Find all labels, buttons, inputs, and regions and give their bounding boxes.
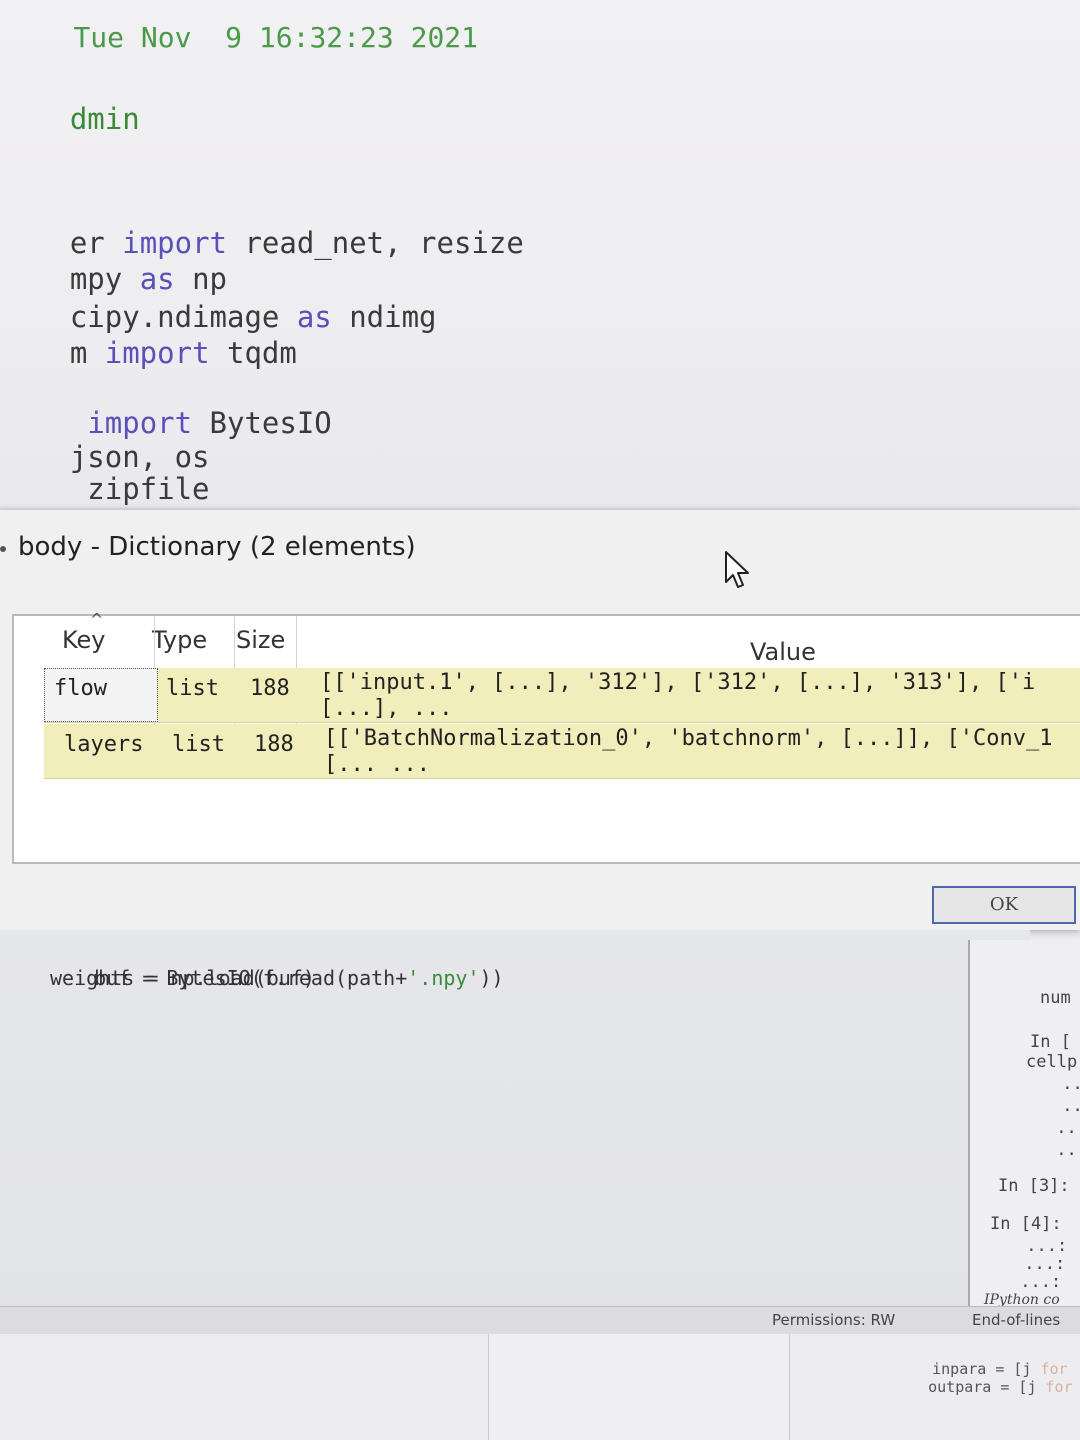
title-bullet-icon: [0, 546, 6, 552]
console-line: num: [1040, 988, 1071, 1008]
status-bar: Permissions: RW End-of-lines: [0, 1306, 1080, 1335]
lower-code-editor[interactable]: buf = BytesIO(f.read(path+'.npy')) weigh…: [0, 930, 1030, 1310]
dictionary-table[interactable]: ^ Key Type Size Value flow list 188 [['i…: [12, 610, 1080, 864]
ipython-console[interactable]: num In [ cellp .. .. ... ... In [3]: In …: [968, 940, 1080, 1310]
code-line-user: dmin: [69, 102, 140, 136]
console-line: ..: [1052, 1096, 1080, 1116]
console-line: ...:: [1014, 1254, 1066, 1274]
code-line-weights: weights = np.load(buf): [50, 966, 315, 990]
console-line: ...: [1056, 1140, 1080, 1160]
column-header-key[interactable]: Key: [62, 626, 106, 654]
cell-key: layers: [64, 732, 144, 757]
table-row-layers[interactable]: layers list 188 [['BatchNormalization_0'…: [44, 724, 1080, 779]
console-line: In [4]:: [990, 1214, 1062, 1234]
status-permissions: Permissions: RW: [772, 1311, 896, 1329]
mouse-pointer-icon: [725, 551, 749, 588]
column-header-size[interactable]: Size: [236, 626, 285, 654]
code-line-outpara: outpara = [j for: [928, 1378, 1073, 1396]
table-row-flow[interactable]: flow list 188 [['input.1', [...], '312']…: [44, 668, 1080, 723]
cell-size: 188: [254, 732, 294, 757]
console-line: ..: [1052, 1074, 1080, 1094]
console-line: ...: [1056, 1118, 1080, 1138]
console-line: In [: [1030, 1032, 1071, 1052]
console-line: cellp: [1026, 1052, 1078, 1072]
cell-type: list: [166, 676, 219, 701]
code-editor[interactable]: Tue Nov 9 16:32:23 2021 dmin er import r…: [0, 0, 1080, 520]
console-line: ...:: [1010, 1272, 1062, 1292]
column-header-type[interactable]: Type: [152, 626, 207, 654]
console-line: In [3]:: [998, 1176, 1070, 1196]
cell-value: [['BatchNormalization_0', 'batchnorm', […: [324, 726, 1053, 777]
bottom-area: inpara = [j for outpara = [j for: [0, 1334, 1080, 1440]
table-header: ^ Key Type Size Value: [28, 610, 1080, 672]
column-header-value[interactable]: Value: [750, 638, 816, 666]
cell-type: list: [172, 732, 225, 757]
dialog-title: body - Dictionary (2 elements): [18, 532, 416, 562]
ok-button[interactable]: OK: [932, 886, 1076, 924]
status-eol: End-of-lines: [972, 1311, 1061, 1329]
console-line: ...:: [1016, 1236, 1068, 1256]
cell-value: [['input.1', [...], '312'], ['312', [...…: [320, 670, 1036, 721]
bottom-panel: [488, 1334, 790, 1440]
cell-size: 188: [250, 676, 290, 701]
cell-key: flow: [54, 676, 107, 701]
dictionary-dialog: body - Dictionary (2 elements) ^ Key Typ…: [0, 508, 1080, 930]
